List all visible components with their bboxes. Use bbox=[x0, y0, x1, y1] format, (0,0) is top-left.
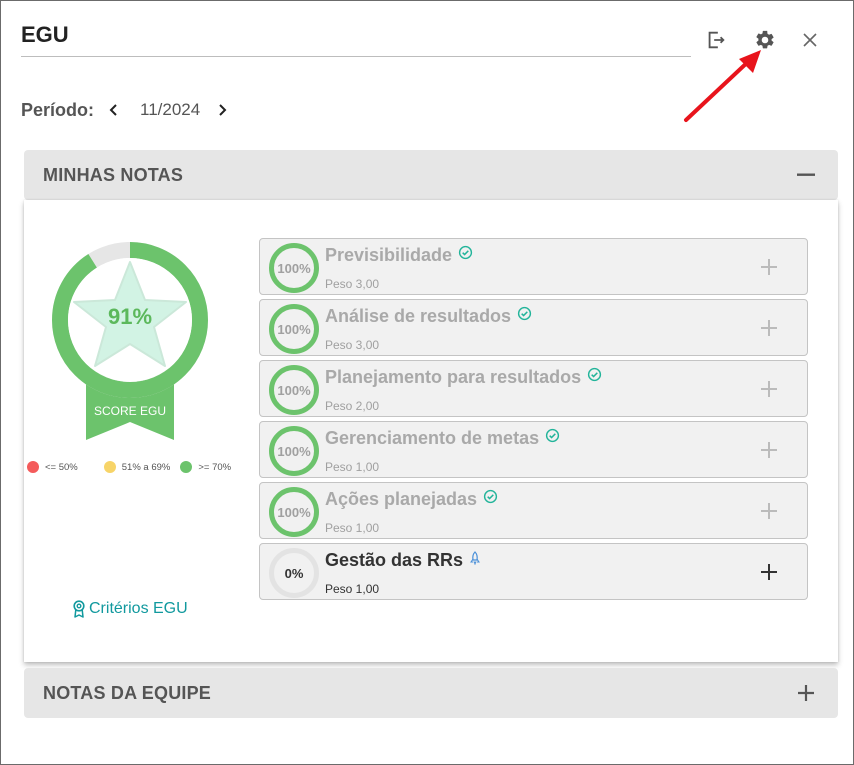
item-name: Previsibilidade bbox=[325, 245, 473, 266]
check-badge-icon bbox=[517, 306, 532, 321]
progress-ring: 100% bbox=[269, 426, 319, 476]
my-notes-header[interactable]: MINHAS NOTAS bbox=[24, 150, 838, 200]
legend-label: >= 70% bbox=[198, 461, 232, 473]
item-name-label: Análise de resultados bbox=[325, 306, 512, 326]
item-weight: Peso 3,00 bbox=[325, 338, 380, 352]
criteria-link-label: Critérios EGU bbox=[89, 600, 188, 617]
item-name: Gerenciamento de metas bbox=[325, 428, 560, 449]
item-weight: Peso 1,00 bbox=[325, 582, 380, 596]
expand-item-icon[interactable] bbox=[757, 377, 781, 401]
item-name: Análise de resultados bbox=[325, 306, 532, 327]
progress-ring: 100% bbox=[269, 304, 319, 354]
criteria-item[interactable]: 100% Gerenciamento de metas Peso 1,00 bbox=[259, 421, 808, 478]
title-underline: EGU bbox=[21, 21, 691, 57]
legend-item-high: >= 70% bbox=[180, 461, 231, 473]
criteria-item[interactable]: 100% Ações planejadas Peso 1,00 bbox=[259, 482, 808, 539]
item-name-label: Previsibilidade bbox=[325, 245, 453, 265]
expand-item-icon[interactable] bbox=[757, 499, 781, 523]
collapse-icon[interactable] bbox=[794, 163, 818, 187]
expand-item-icon[interactable] bbox=[757, 560, 781, 584]
item-percent: 0% bbox=[284, 565, 304, 581]
period-label: Período: bbox=[21, 99, 95, 120]
item-weight: Peso 2,00 bbox=[325, 399, 380, 413]
annotation-arrow bbox=[684, 50, 761, 122]
item-percent: 100% bbox=[277, 504, 311, 520]
item-percent: 100% bbox=[277, 382, 311, 398]
legend-label: 51% a 69% bbox=[121, 461, 171, 473]
legend-item-mid: 51% a 69% bbox=[103, 461, 171, 473]
score-badge: 91% SCORE EGU bbox=[52, 242, 212, 442]
check-badge-icon bbox=[587, 367, 602, 382]
item-name-label: Planejamento para resultados bbox=[325, 367, 582, 387]
criteria-list: 100% Previsibilidade Peso 3,00 100% Análise … bbox=[259, 238, 808, 604]
criteria-link[interactable]: Critérios EGU bbox=[72, 600, 188, 618]
check-badge-icon bbox=[483, 489, 498, 504]
criteria-item[interactable]: 100% Planejamento para resultados Peso 2,0… bbox=[259, 360, 808, 417]
team-notes-title: NOTAS DA EQUIPE bbox=[43, 682, 212, 703]
item-weight: Peso 3,00 bbox=[325, 277, 380, 291]
progress-ring: 0% bbox=[269, 548, 319, 598]
score-legend: <= 50% 51% a 69% >= 70% bbox=[27, 461, 245, 473]
progress-ring: 100% bbox=[269, 243, 319, 293]
criteria-item[interactable]: 100% Análise de resultados Peso 3,00 bbox=[259, 299, 808, 356]
item-name: Ações planejadas bbox=[325, 489, 498, 510]
score-label: SCORE EGU bbox=[93, 404, 166, 418]
score-value: 91% bbox=[107, 304, 153, 329]
page-title: EGU bbox=[21, 22, 69, 47]
rocket-icon bbox=[470, 550, 480, 565]
item-name: Planejamento para resultados bbox=[325, 367, 602, 388]
item-name: Gestão das RRs bbox=[325, 550, 481, 571]
item-percent: 100% bbox=[277, 443, 311, 459]
legend-dot bbox=[180, 461, 193, 473]
item-name-label: Gestão das RRs bbox=[325, 550, 464, 570]
check-badge-icon bbox=[458, 245, 473, 260]
legend-dot bbox=[103, 461, 116, 473]
period-selector: Período: 11/2024 bbox=[21, 97, 232, 123]
expand-item-icon[interactable] bbox=[757, 438, 781, 462]
progress-ring: 100% bbox=[269, 365, 319, 415]
criteria-item[interactable]: 100% Previsibilidade Peso 3,00 bbox=[259, 238, 808, 295]
expand-item-icon[interactable] bbox=[757, 316, 781, 340]
close-icon[interactable] bbox=[797, 27, 823, 53]
team-notes-header[interactable]: NOTAS DA EQUIPE bbox=[24, 668, 838, 718]
item-percent: 100% bbox=[277, 321, 311, 337]
item-percent: 100% bbox=[277, 260, 311, 276]
item-name-label: Ações planejadas bbox=[325, 489, 478, 509]
my-notes-title: MINHAS NOTAS bbox=[43, 164, 184, 185]
item-weight: Peso 1,00 bbox=[325, 460, 380, 474]
egu-dialog: EGU Período: 11/2024 MINHAS NOTAS 91% SC… bbox=[0, 0, 854, 765]
criteria-item[interactable]: 0% Gestão das RRs Peso 1,00 bbox=[259, 543, 808, 600]
item-weight: Peso 1,00 bbox=[325, 521, 380, 535]
expand-item-icon[interactable] bbox=[757, 255, 781, 279]
check-badge-icon bbox=[545, 428, 560, 443]
period-value: 11/2024 bbox=[140, 100, 201, 119]
item-name-label: Gerenciamento de metas bbox=[325, 428, 540, 448]
legend-label: <= 50% bbox=[45, 461, 78, 473]
progress-ring: 100% bbox=[269, 487, 319, 537]
award-icon bbox=[73, 600, 85, 618]
expand-icon[interactable] bbox=[794, 681, 818, 705]
chevron-left-icon[interactable] bbox=[104, 100, 124, 120]
chevron-right-icon[interactable] bbox=[212, 100, 232, 120]
my-notes-panel: 91% SCORE EGU <= 50% 51% a 69% >= 70% Cr… bbox=[24, 200, 838, 662]
legend-dot bbox=[27, 461, 39, 473]
legend-item-low: <= 50% bbox=[27, 461, 78, 473]
